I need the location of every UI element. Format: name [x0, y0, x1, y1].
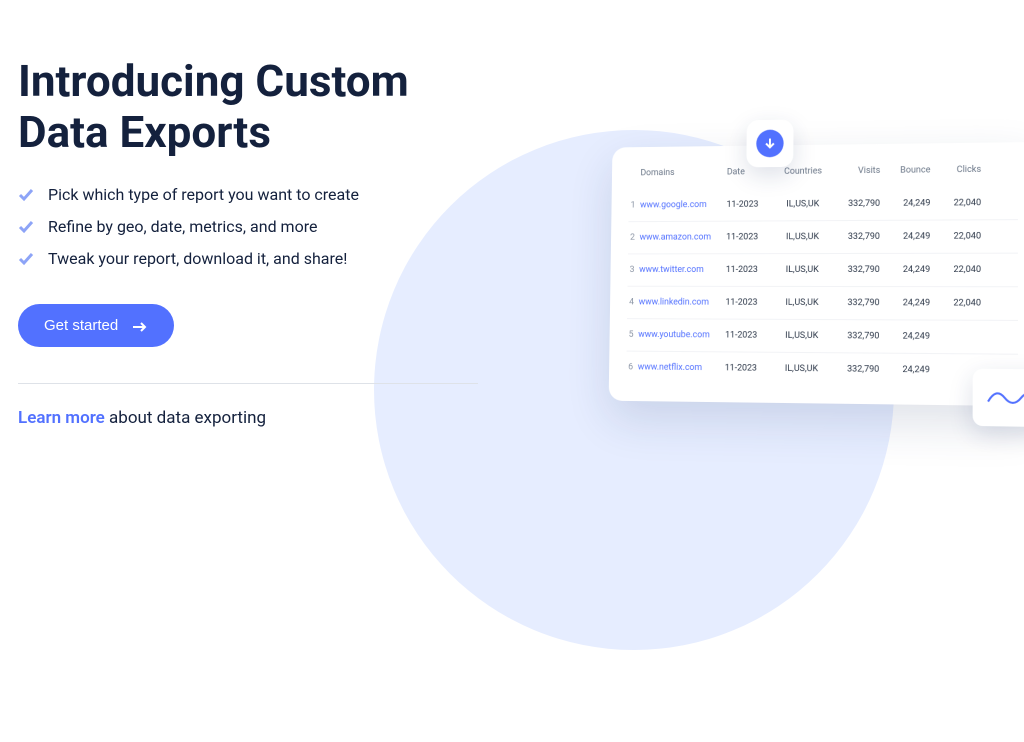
feature-list: Pick which type of report you want to cr… [18, 185, 478, 268]
row-visits: 332,790 [830, 199, 880, 209]
table-row: 1www.google.com11-2023IL,US,UK332,79024,… [628, 187, 1018, 222]
row-countries: IL,US,UK [774, 364, 830, 375]
row-clicks: 22,040 [930, 231, 981, 241]
row-clicks: 22,040 [930, 265, 981, 275]
heading-line-1: Introducing Custom [18, 55, 409, 107]
divider [18, 383, 478, 384]
row-bounce: 24,249 [879, 365, 930, 376]
row-bounce: 24,249 [880, 265, 930, 275]
row-date: 11-2023 [725, 298, 774, 308]
row-visits: 332,790 [830, 298, 880, 308]
table-row: 6www.netflix.com11-2023IL,US,UK332,79024… [626, 351, 1018, 388]
row-date: 11-2023 [726, 232, 775, 242]
table-row: 4www.linkedin.com11-2023IL,US,UK332,7902… [627, 286, 1018, 320]
th-bounce: Bounce [880, 165, 930, 176]
learn-more-text: Learn more about data exporting [18, 408, 478, 428]
th-date: Date [727, 167, 776, 177]
feature-item: Refine by geo, date, metrics, and more [18, 217, 478, 236]
row-domain[interactable]: www.twitter.com [639, 265, 726, 275]
row-bounce: 24,249 [880, 232, 930, 242]
row-domain[interactable]: www.google.com [640, 200, 727, 210]
row-domain[interactable]: www.youtube.com [638, 330, 725, 340]
row-bounce: 24,249 [879, 331, 930, 341]
row-visits: 332,790 [830, 232, 880, 242]
table-row: 3www.twitter.com11-2023IL,US,UK332,79024… [627, 253, 1017, 287]
learn-more-suffix: about data exporting [105, 408, 266, 428]
row-countries: IL,US,UK [775, 199, 830, 209]
check-icon [18, 187, 34, 203]
row-countries: IL,US,UK [775, 265, 830, 275]
row-clicks: 22,040 [930, 198, 981, 208]
feature-text: Refine by geo, date, metrics, and more [48, 217, 317, 236]
table-row: 5www.youtube.com11-2023IL,US,UK332,79024… [627, 318, 1018, 354]
row-index: 2 [630, 233, 640, 243]
heading-line-2: Data Exports [18, 106, 271, 158]
feature-item: Tweak your report, download it, and shar… [18, 249, 478, 268]
check-icon [18, 251, 34, 267]
row-index: 1 [630, 201, 640, 211]
row-countries: IL,US,UK [775, 232, 830, 242]
row-date: 11-2023 [726, 265, 775, 275]
row-visits: 332,790 [829, 331, 879, 341]
row-visits: 332,790 [830, 265, 880, 275]
row-countries: IL,US,UK [774, 331, 829, 341]
row-visits: 332,790 [829, 364, 879, 375]
row-domain[interactable]: www.amazon.com [640, 233, 727, 243]
feature-text: Tweak your report, download it, and shar… [48, 249, 347, 268]
check-icon [18, 219, 34, 235]
row-date: 11-2023 [725, 331, 774, 341]
arrow-right-icon [132, 320, 148, 332]
row-bounce: 24,249 [880, 198, 930, 208]
wave-chart-icon [973, 369, 1024, 428]
learn-more-link[interactable]: Learn more [18, 408, 105, 428]
row-date: 11-2023 [726, 200, 775, 210]
row-domain[interactable]: www.linkedin.com [639, 298, 726, 308]
page-heading: Introducing Custom Data Exports [18, 56, 478, 157]
button-label: Get started [44, 317, 118, 334]
row-index: 4 [629, 298, 639, 308]
th-visits: Visits [831, 166, 881, 176]
table-row: 2www.amazon.com11-2023IL,US,UK332,79024,… [628, 219, 1018, 253]
get-started-button[interactable]: Get started [18, 304, 174, 347]
row-clicks: 22,040 [930, 298, 981, 308]
row-index: 5 [629, 330, 639, 340]
report-preview-card: Domains Date Countries Visits Bounce Cli… [609, 142, 1024, 406]
th-countries: Countries [775, 166, 830, 176]
table-body: 1www.google.com11-2023IL,US,UK332,79024,… [626, 187, 1018, 388]
row-index: 3 [630, 265, 640, 275]
feature-item: Pick which type of report you want to cr… [18, 185, 478, 204]
feature-text: Pick which type of report you want to cr… [48, 185, 359, 204]
th-domains: Domains [640, 168, 727, 179]
row-domain[interactable]: www.netflix.com [638, 363, 725, 374]
table-header-row: Domains Date Countries Visits Bounce Cli… [629, 156, 1018, 190]
row-countries: IL,US,UK [774, 298, 829, 308]
th-clicks: Clicks [930, 165, 981, 176]
download-badge [746, 120, 793, 168]
row-date: 11-2023 [725, 363, 774, 373]
download-icon [756, 130, 784, 158]
row-bounce: 24,249 [880, 298, 930, 308]
row-index: 6 [628, 362, 638, 372]
